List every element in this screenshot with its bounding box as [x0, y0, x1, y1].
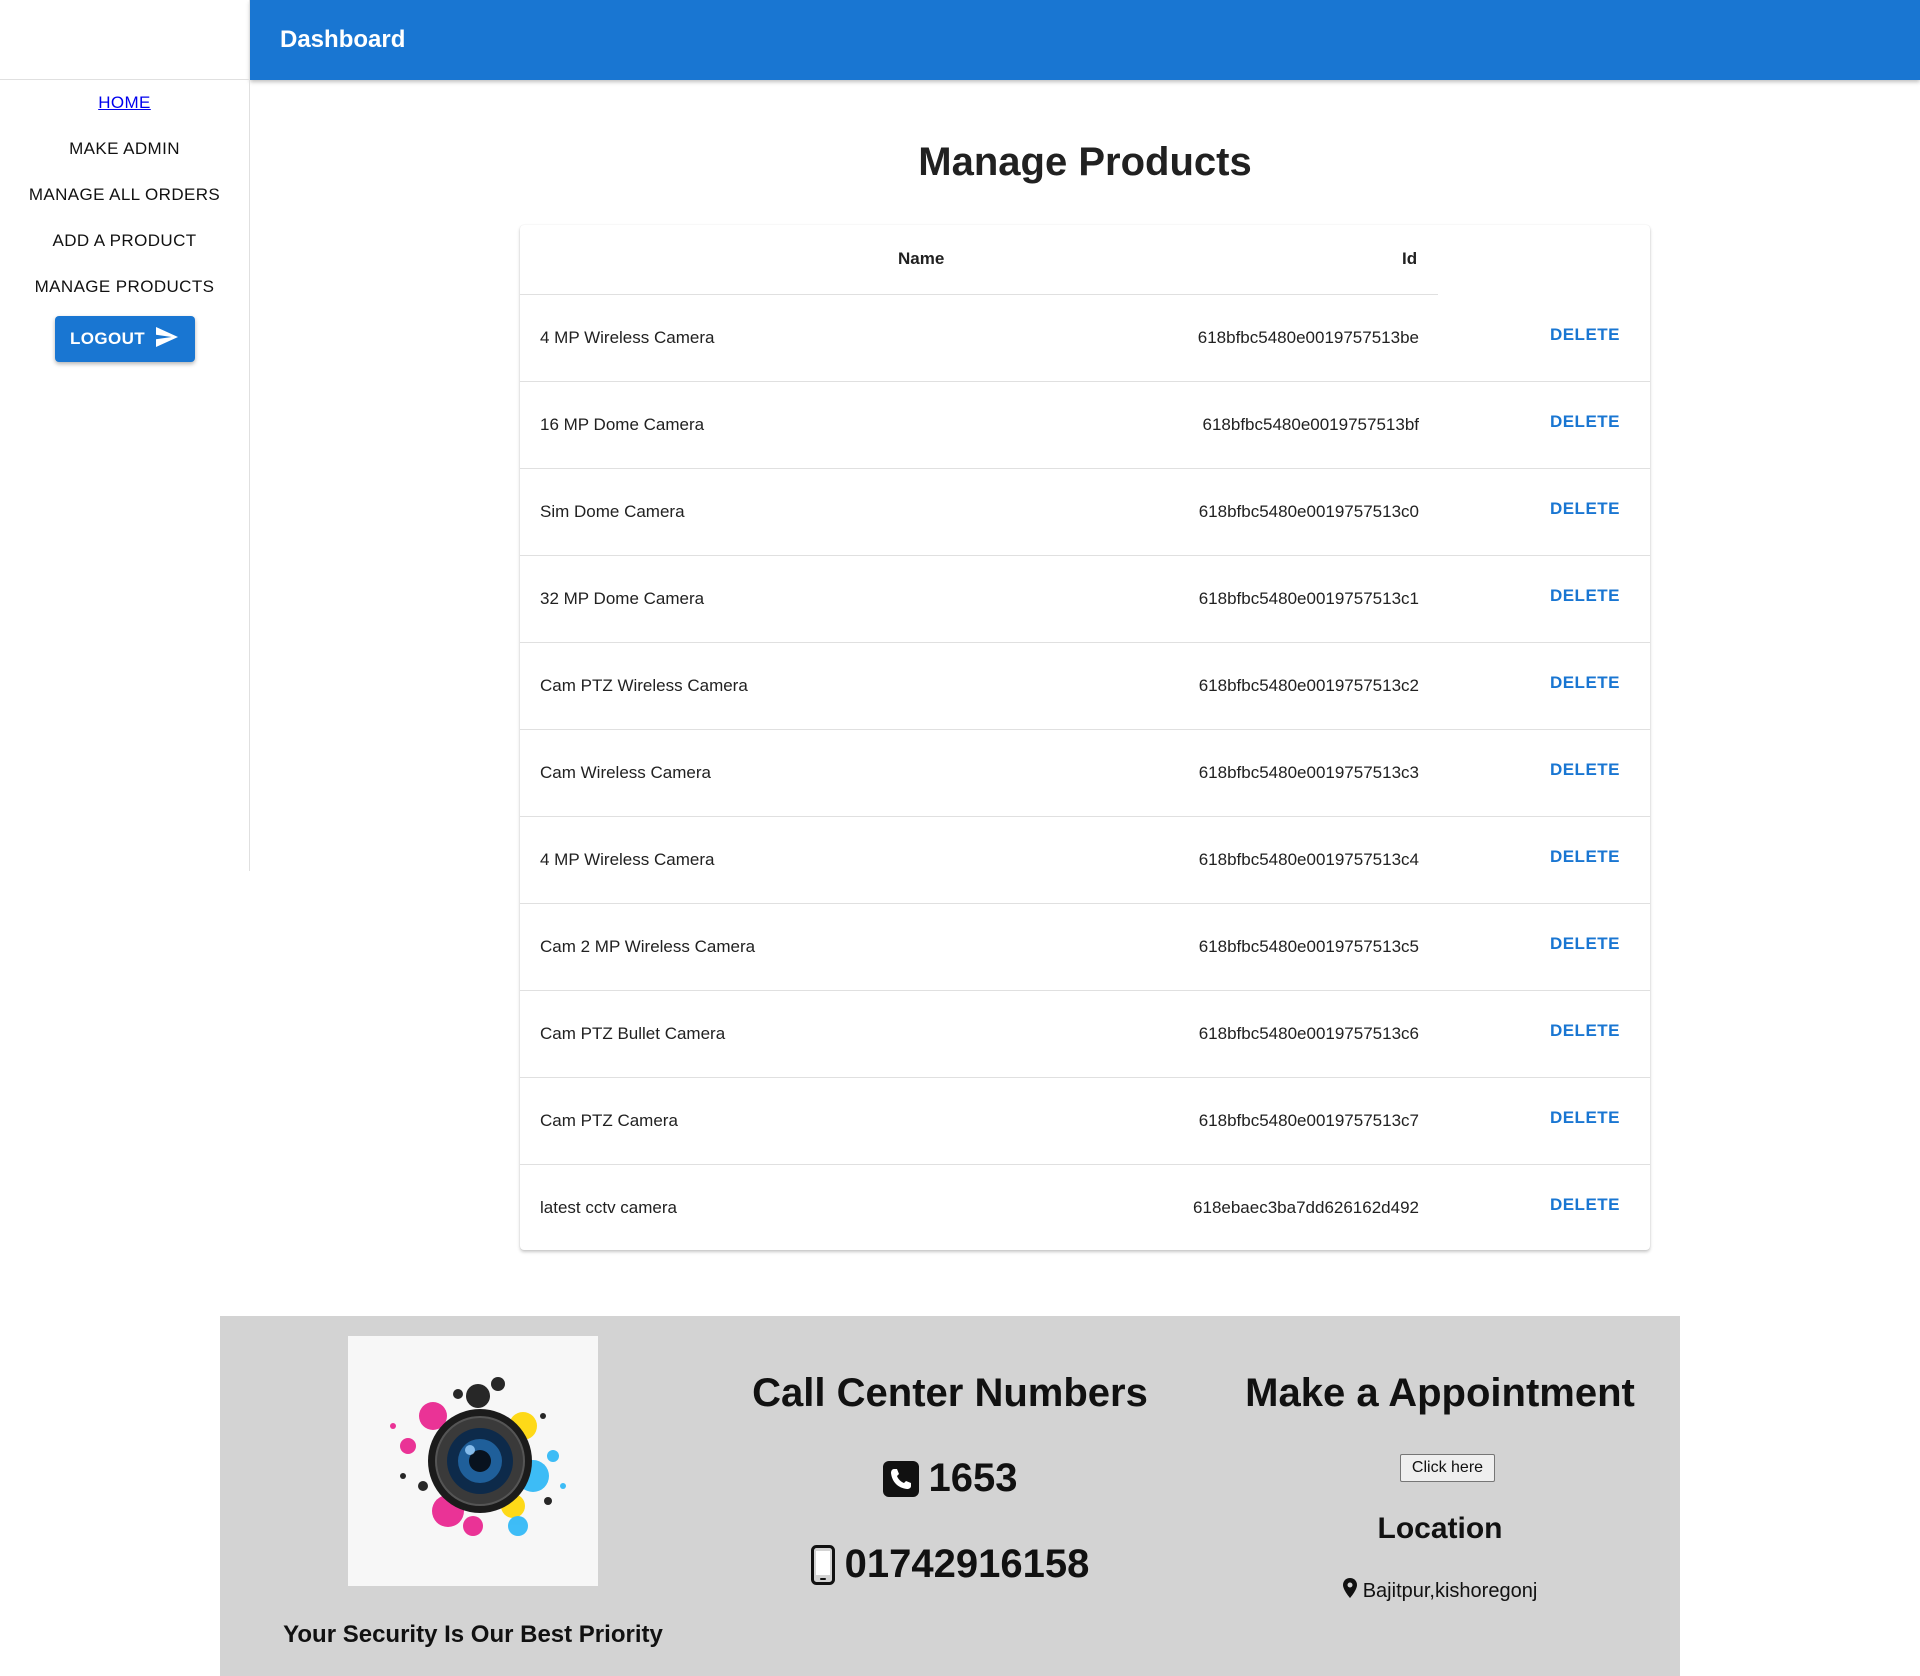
delete-button[interactable]: DELETE — [1550, 325, 1620, 345]
location-title: Location — [1377, 1512, 1503, 1545]
column-header-id: Id — [1402, 249, 1418, 268]
table-row: 16 MP Dome Camera 618bfbc5480e0019757513… — [520, 382, 1650, 469]
app-bar-title: Dashboard — [280, 26, 406, 53]
page-title: Manage Products — [918, 140, 1252, 184]
product-id: 618bfbc5480e0019757513c1 — [1198, 589, 1419, 608]
sidebar-nav: HOME MAKE ADMIN MANAGE ALL ORDERS ADD A … — [0, 80, 249, 362]
phone-square-icon — [882, 1460, 919, 1497]
product-name: 4 MP Wireless Camera — [540, 850, 715, 869]
location-address: Bajitpur,kishoregonj — [1362, 1579, 1538, 1602]
product-name: Cam PTZ Bullet Camera — [540, 1024, 726, 1043]
table-row: Cam PTZ Bullet Camera 618bfbc5480e001975… — [520, 991, 1650, 1078]
sidebar-item-manage-products[interactable]: MANAGE PRODUCTS — [35, 276, 215, 298]
mobile-number: 01742916158 — [844, 1542, 1090, 1586]
delete-button[interactable]: DELETE — [1550, 934, 1620, 954]
table-row: Cam PTZ Camera 618bfbc5480e0019757513c7 … — [520, 1078, 1650, 1165]
product-id: 618bfbc5480e0019757513be — [1197, 328, 1419, 347]
product-id: 618bfbc5480e0019757513c7 — [1198, 1111, 1419, 1130]
app-bar: Dashboard — [250, 0, 1920, 80]
camera-lens-splash-logo — [348, 1336, 598, 1586]
delete-button[interactable]: DELETE — [1550, 1195, 1620, 1215]
product-name: latest cctv camera — [540, 1198, 677, 1217]
delete-button[interactable]: DELETE — [1550, 412, 1620, 432]
table-row: 4 MP Wireless Camera 618bfbc5480e0019757… — [520, 817, 1650, 904]
footer-tagline: Your Security Is Our Best Priority — [283, 1621, 663, 1648]
send-icon — [155, 326, 179, 352]
product-name: 16 MP Dome Camera — [540, 415, 705, 434]
product-id: 618bfbc5480e0019757513c5 — [1198, 937, 1419, 956]
delete-button[interactable]: DELETE — [1550, 847, 1620, 867]
sidebar-item-manage-all-orders[interactable]: MANAGE ALL ORDERS — [29, 184, 220, 206]
sidebar: HOME MAKE ADMIN MANAGE ALL ORDERS ADD A … — [0, 0, 250, 871]
product-id: 618bfbc5480e0019757513c0 — [1198, 502, 1419, 521]
call-center-number: 1653 — [928, 1456, 1018, 1500]
delete-button[interactable]: DELETE — [1550, 586, 1620, 606]
product-id: 618bfbc5480e0019757513c6 — [1198, 1024, 1419, 1043]
logout-button[interactable]: LOGOUT — [54, 316, 195, 362]
location-line: Bajitpur,kishoregonj — [1210, 1578, 1670, 1604]
product-id: 618bfbc5480e0019757513c2 — [1198, 676, 1419, 695]
call-center-title: Call Center Numbers — [752, 1371, 1148, 1415]
map-marker-icon — [1342, 1578, 1357, 1604]
appointment-title: Make a Appointment — [1245, 1371, 1635, 1415]
table-row: Cam 2 MP Wireless Camera 618bfbc5480e001… — [520, 904, 1650, 991]
mobile-phone-icon — [810, 1544, 835, 1585]
product-id: 618bfbc5480e0019757513c4 — [1198, 850, 1419, 869]
sidebar-item-add-a-product[interactable]: ADD A PRODUCT — [52, 230, 196, 252]
products-table: Name Id 4 MP Wireless Camera 618bfbc5480… — [520, 225, 1650, 1250]
sidebar-item-make-admin[interactable]: MAKE ADMIN — [69, 138, 180, 160]
product-name: 32 MP Dome Camera — [540, 589, 705, 608]
delete-button[interactable]: DELETE — [1550, 499, 1620, 519]
table-row: 32 MP Dome Camera 618bfbc5480e0019757513… — [520, 556, 1650, 643]
product-name: Cam PTZ Camera — [540, 1111, 678, 1130]
delete-button[interactable]: DELETE — [1550, 673, 1620, 693]
product-id: 618bfbc5480e0019757513c3 — [1198, 763, 1419, 782]
table-row: 4 MP Wireless Camera 618bfbc5480e0019757… — [520, 295, 1650, 382]
sidebar-item-home[interactable]: HOME — [98, 92, 151, 114]
phone-number-line: 1653 — [720, 1456, 1180, 1501]
product-name: Cam PTZ Wireless Camera — [540, 676, 748, 695]
table-row: latest cctv camera 618ebaec3ba7dd626162d… — [520, 1165, 1650, 1252]
column-header-name: Name — [898, 249, 945, 268]
product-name: Cam Wireless Camera — [540, 763, 711, 782]
delete-button[interactable]: DELETE — [1550, 1021, 1620, 1041]
product-name: Sim Dome Camera — [540, 502, 685, 521]
table-header: Name Id — [520, 225, 1650, 295]
table-row: Cam PTZ Wireless Camera 618bfbc5480e0019… — [520, 643, 1650, 730]
product-id: 618ebaec3ba7dd626162d492 — [1193, 1198, 1419, 1217]
product-name: Cam 2 MP Wireless Camera — [540, 937, 756, 956]
appointment-button[interactable]: Click here — [1400, 1454, 1495, 1482]
product-name: 4 MP Wireless Camera — [540, 328, 715, 347]
table-row: Cam Wireless Camera 618bfbc5480e00197575… — [520, 730, 1650, 817]
footer: Your Security Is Our Best Priority Call … — [220, 1316, 1680, 1676]
table-row: Sim Dome Camera 618bfbc5480e0019757513c0… — [520, 469, 1650, 556]
logout-button-label: LOGOUT — [69, 329, 146, 348]
delete-button[interactable]: DELETE — [1550, 760, 1620, 780]
product-id: 618bfbc5480e0019757513bf — [1202, 415, 1420, 434]
mobile-number-line: 01742916158 — [720, 1542, 1180, 1587]
delete-button[interactable]: DELETE — [1550, 1108, 1620, 1128]
sidebar-header — [0, 0, 249, 80]
